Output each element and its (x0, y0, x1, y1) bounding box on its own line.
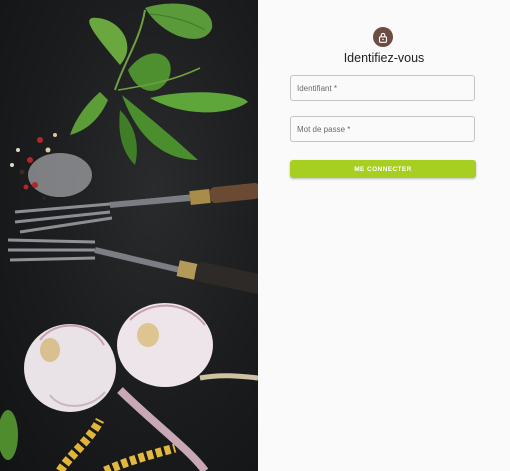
login-page: Identifiez-vous ME CONNECTER (0, 0, 510, 471)
page-title: Identifiez-vous (343, 51, 425, 65)
login-panel: Identifiez-vous ME CONNECTER (258, 0, 510, 471)
password-input[interactable] (290, 116, 475, 142)
lock-avatar (373, 27, 393, 47)
salt-and-peppercorns (10, 133, 92, 201)
basil-leaves (70, 3, 248, 165)
lock-icon (378, 32, 388, 43)
username-input[interactable] (290, 75, 475, 101)
hero-image (0, 0, 258, 471)
food-photo-illustration (0, 3, 258, 471)
login-button[interactable]: ME CONNECTER (290, 160, 476, 178)
garlic-bulbs (24, 303, 258, 471)
